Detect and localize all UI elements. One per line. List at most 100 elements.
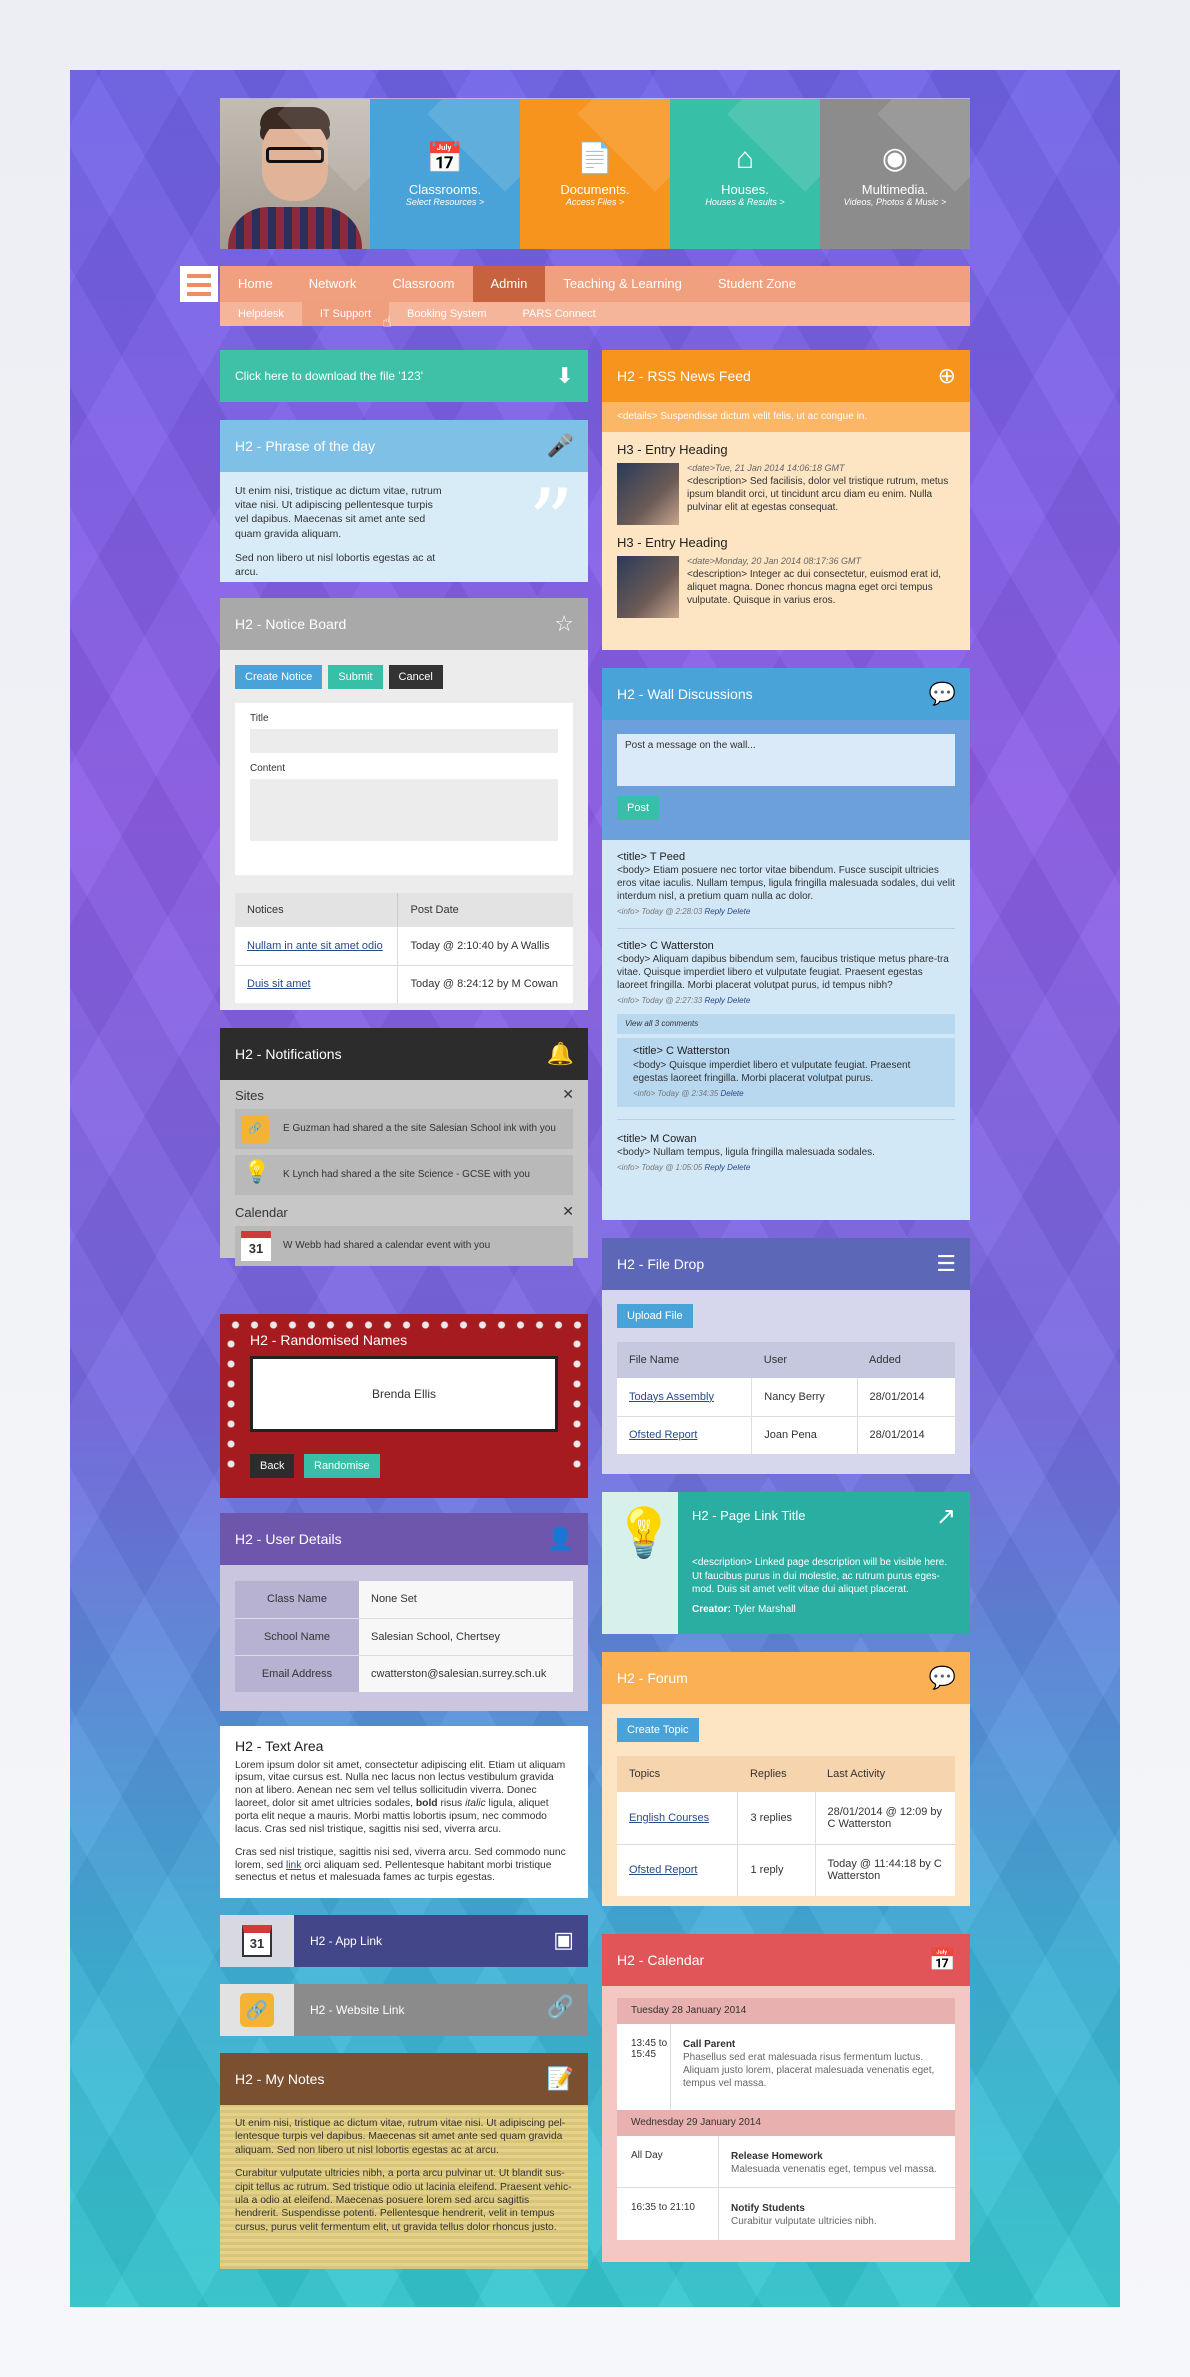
cube-icon: ▣ — [553, 1927, 574, 1952]
post-button[interactable]: Post — [617, 796, 660, 820]
panel-title: H2 - Calendar — [617, 1952, 705, 1968]
calendar-icon[interactable]: 📅 — [929, 1934, 956, 1986]
randomised-names-panel: H2 - Randomised Names Brenda Ellis Back … — [220, 1314, 588, 1498]
notice-link[interactable]: Duis sit amet — [247, 978, 311, 990]
panel-title: H2 - File Drop — [617, 1256, 705, 1272]
notepad-icon[interactable]: 📝 — [547, 2053, 574, 2105]
chain-link-icon: 🔗 — [546, 1994, 574, 2019]
download-panel[interactable]: Click here to download the file '123' ⬇ — [220, 350, 588, 402]
menu-icon[interactable] — [180, 266, 218, 302]
notification-text: W Webb had shared a calendar event with … — [283, 1240, 491, 1251]
reply-delete-links[interactable]: Reply Delete — [704, 1163, 750, 1172]
column-header: Notices — [247, 904, 284, 916]
app-link-panel[interactable]: 31 H2 - App Link ▣ — [220, 1915, 588, 1967]
phrase-text: Ut enim nisi, tristique ac dictum vitae,… — [235, 485, 442, 540]
content-input[interactable] — [250, 779, 558, 841]
website-link-panel[interactable]: 🔗 H2 - Website Link 🔗 — [220, 1984, 588, 2036]
event-time: 16:35 to 21:10 — [617, 2188, 719, 2240]
file-link[interactable]: Ofsted Report — [629, 1429, 697, 1441]
event-title: Call Parent — [683, 2039, 736, 2050]
delete-link[interactable]: Delete — [720, 1089, 743, 1098]
panel-title: H2 - Phrase of the day — [235, 438, 376, 454]
title-input[interactable] — [250, 729, 558, 753]
submit-button[interactable]: Submit — [328, 665, 383, 689]
cancel-button[interactable]: Cancel — [388, 665, 443, 689]
calendar-event[interactable]: All Day Release Homework Malesuada venenat… — [617, 2136, 955, 2188]
rss-icon[interactable]: ⊕ — [938, 350, 956, 402]
star-icon[interactable]: ☆ — [554, 598, 574, 650]
randomise-button[interactable]: Randomise — [304, 1454, 380, 1478]
close-icon[interactable]: ✕ — [562, 1086, 574, 1103]
notification-item[interactable]: 💡 K Lynch had shared a the site Science -… — [235, 1155, 573, 1195]
wall-post: <title> C Watterston <body> Aliquam dapi… — [617, 939, 949, 1005]
create-notice-button[interactable]: Create Notice — [235, 665, 323, 689]
column-header: Post Date — [397, 893, 573, 927]
section-label: Sites — [235, 1088, 264, 1103]
topic-link[interactable]: English Courses — [629, 1812, 709, 1824]
topic-link[interactable]: Ofsted Report — [629, 1864, 697, 1876]
page-link-panel[interactable]: 💡 H2 - Page Link Title ↗ <description> L… — [602, 1492, 970, 1634]
inline-link[interactable]: link — [286, 1860, 301, 1871]
lightbulb-icon: 💡 — [243, 1159, 271, 1184]
back-button[interactable]: Back — [250, 1454, 295, 1478]
event-description: Malesuada venenatis eget, tempus vel mas… — [731, 2164, 937, 2175]
wall-post: <title> M Cowan <body> Nullam tempus, li… — [617, 1119, 955, 1174]
tile-classrooms[interactable]: 📅 Classrooms. Select Resources > — [370, 99, 520, 249]
link-icon: 🔗 — [241, 1115, 269, 1143]
microphone-icon: 🎤 — [546, 433, 574, 458]
wall-message-input[interactable]: Post a message on the wall... — [617, 734, 955, 786]
tile-title: Classrooms. — [408, 182, 482, 197]
entry-heading[interactable]: H3 - Entry Heading — [617, 535, 955, 550]
tile-houses[interactable]: ⌂ Houses. Houses & Results > — [670, 99, 820, 249]
panel-title: H2 - RSS News Feed — [617, 368, 751, 384]
tile-multimedia[interactable]: ◉ Multimedia. Videos, Photos & Music > — [820, 99, 970, 249]
subnav-pars[interactable]: PARS Connect — [505, 302, 614, 326]
panel-title: H2 - Wall Discussions — [617, 686, 753, 702]
nav-teaching[interactable]: Teaching & Learning — [545, 266, 700, 302]
calendar-event[interactable]: 13:45 to 15:45 Call Parent Phasellus sed e… — [617, 2024, 955, 2110]
subnav-booking[interactable]: Booking System — [389, 302, 504, 326]
file-date: 28/01/2014 — [856, 1378, 955, 1416]
upload-file-button[interactable]: Upload File — [617, 1304, 693, 1328]
bell-icon: 🔔 — [546, 1041, 574, 1066]
event-description: Phasellus sed erat malesuada risus ferme… — [683, 2052, 935, 2089]
nav-student-zone[interactable]: Student Zone — [700, 266, 814, 302]
reply-count: 1 reply — [737, 1844, 815, 1896]
nav-network[interactable]: Network — [291, 266, 375, 302]
tile-subtitle: Access Files > — [565, 197, 625, 207]
profile-photo[interactable] — [220, 99, 370, 249]
nav-classroom[interactable]: Classroom — [374, 266, 472, 302]
external-link-icon[interactable]: ↗ — [936, 1502, 956, 1531]
day-header: Tuesday 28 January 2014 — [617, 1998, 955, 2024]
file-link[interactable]: Todays Assembly — [629, 1391, 714, 1403]
notification-item[interactable]: 🔗 E Guzman had shared a the site Salesian… — [235, 1109, 573, 1149]
event-time: All Day — [617, 2136, 719, 2187]
calendar-event[interactable]: 16:35 to 21:10 Notify Students Curabitur v… — [617, 2188, 955, 2240]
subnav-it-support[interactable]: IT Support — [301, 302, 390, 326]
view-all-comments[interactable]: View all 3 comments — [617, 1014, 955, 1035]
tile-documents[interactable]: 📄 Documents. Access Files > — [520, 99, 670, 249]
nav-admin[interactable]: Admin — [472, 266, 546, 302]
file-drop-panel: H2 - File Drop ☰ Upload File File Name Use… — [602, 1238, 970, 1474]
chat-icon: 💬 — [928, 1665, 956, 1690]
table-row: Email Address cwatterston@salesian.surrey… — [235, 1655, 573, 1692]
lightbulb-icon: 💡 — [614, 1507, 674, 1560]
nav-home[interactable]: Home — [220, 266, 291, 302]
notification-item[interactable]: 31 W Webb had shared a calendar event wit… — [235, 1226, 573, 1266]
create-topic-button[interactable]: Create Topic — [617, 1718, 699, 1742]
reply-delete-links[interactable]: Reply Delete — [704, 996, 750, 1005]
close-icon[interactable]: ✕ — [562, 1203, 574, 1220]
reply-delete-links[interactable]: Reply Delete — [704, 907, 750, 916]
subnav-helpdesk[interactable]: Helpdesk — [220, 302, 302, 326]
tile-subtitle: Houses & Results > — [705, 196, 785, 207]
notice-link[interactable]: Nullam in ante sit amet odio — [247, 940, 383, 952]
calendar-icon: 31 — [242, 1925, 272, 1957]
panel-title: H2 - Forum — [617, 1670, 688, 1686]
post-date: Today @ 8:24:12 by M Cowan — [397, 965, 573, 1003]
entry-heading[interactable]: H3 - Entry Heading — [617, 442, 955, 457]
table-row: Nullam in ante sit amet odio Today @ 2:10… — [235, 927, 573, 965]
field-value: Salesian School, Chertsey — [359, 1618, 573, 1656]
table-row: School Name Salesian School, Chertsey — [235, 1618, 573, 1656]
column-header: User — [763, 1354, 787, 1366]
calendar-icon: 31 — [241, 1231, 271, 1261]
